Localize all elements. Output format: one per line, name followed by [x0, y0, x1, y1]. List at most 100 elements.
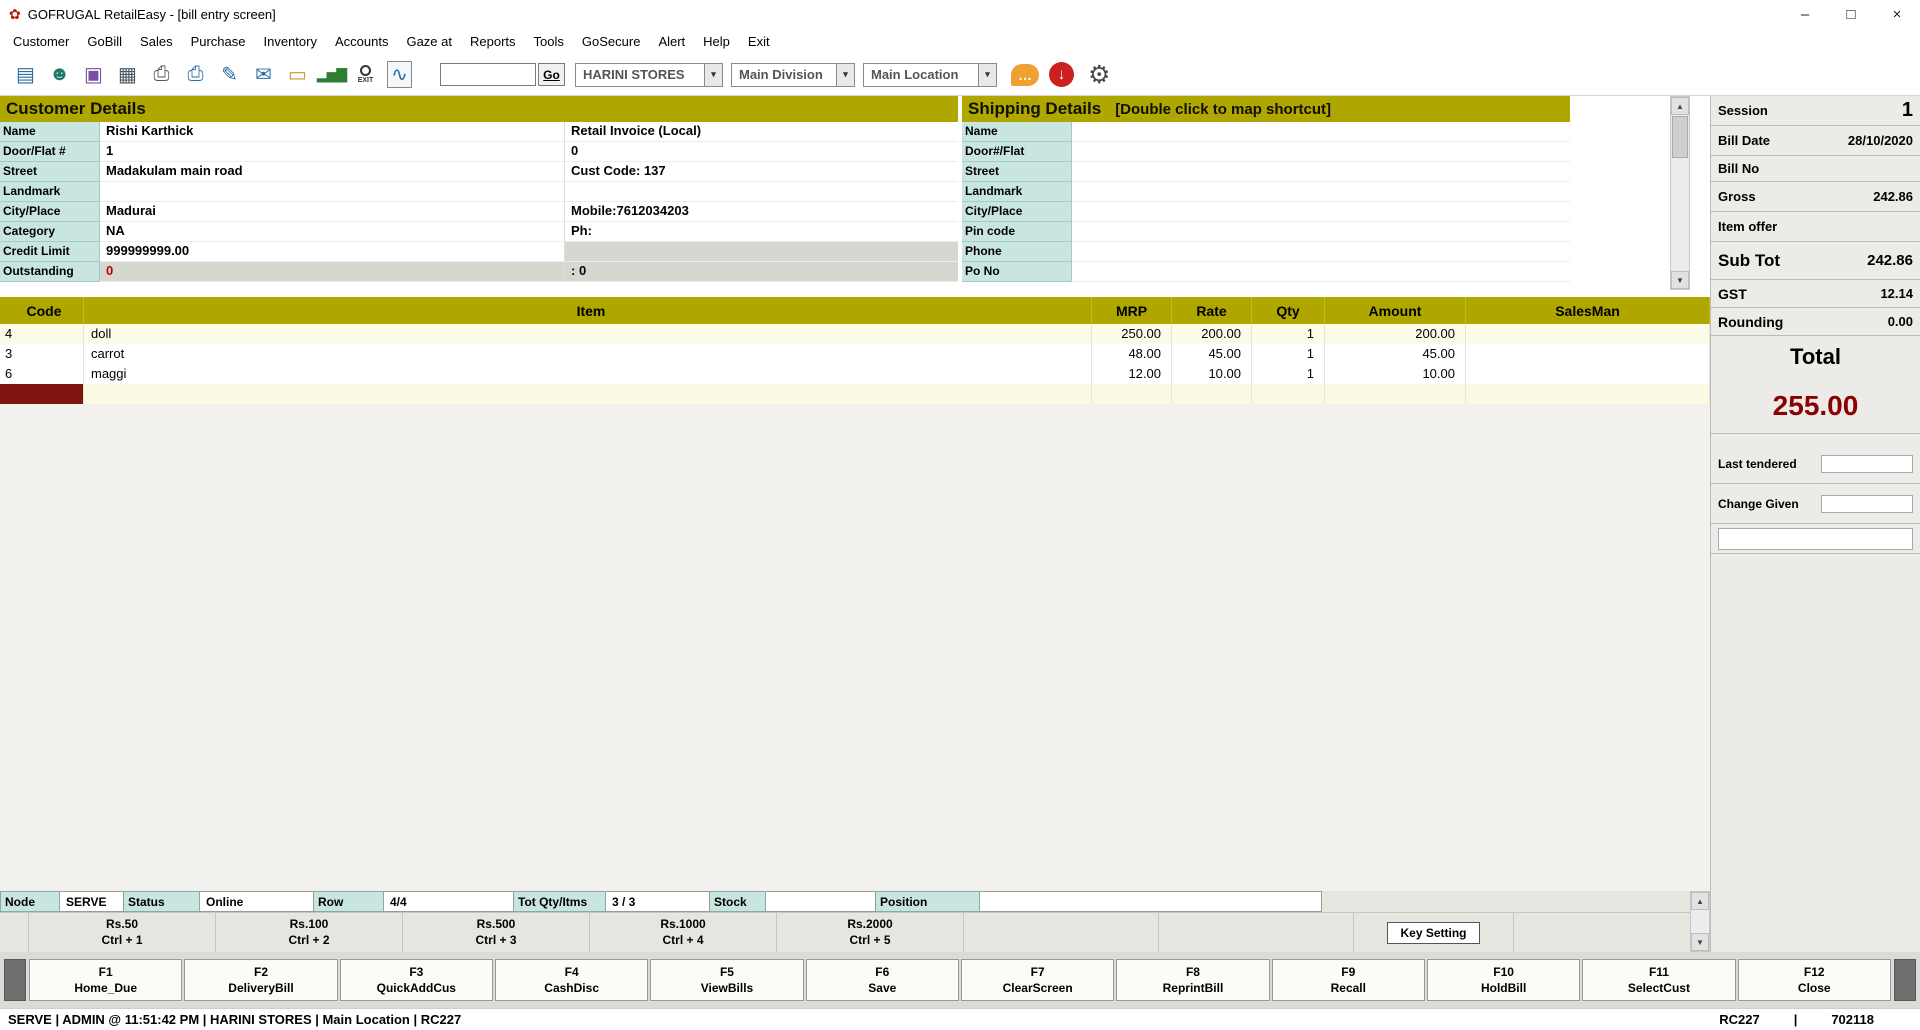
division-dropdown[interactable]: Main Division ▾	[731, 63, 855, 87]
menu-accounts[interactable]: Accounts	[326, 31, 397, 52]
cash-1000-button[interactable]: Rs.1000 Ctrl + 4	[590, 913, 777, 952]
f10-hold-bill-button[interactable]: F10 HoldBill	[1427, 959, 1580, 1001]
touch-keypad-icon[interactable]: ▦	[112, 59, 143, 91]
door-flat-field[interactable]: 1	[100, 142, 565, 162]
minimize-button[interactable]: –	[1782, 0, 1828, 28]
maximize-button[interactable]: □	[1828, 0, 1874, 28]
table-row[interactable]: 3 carrot 48.00 45.00 1 45.00	[0, 344, 1710, 364]
door-flat-secondary-field[interactable]: 0	[565, 142, 958, 162]
menu-tools[interactable]: Tools	[525, 31, 573, 52]
scroll-up-icon[interactable]: ▲	[1691, 892, 1709, 910]
new-bill-icon[interactable]: ▤	[10, 59, 41, 91]
line-chart-icon[interactable]: ∿	[384, 59, 415, 91]
node-label: Node	[0, 891, 60, 912]
outstanding-field: 0	[100, 262, 565, 282]
chat-icon[interactable]: …	[1011, 64, 1039, 86]
cash-100-button[interactable]: Rs.100 Ctrl + 2	[216, 913, 403, 952]
invoice-type-field[interactable]: Retail Invoice (Local)	[565, 122, 958, 142]
menu-help[interactable]: Help	[694, 31, 739, 52]
menu-gosecure[interactable]: GoSecure	[573, 31, 650, 52]
key-setting-button[interactable]: Key Setting	[1387, 922, 1479, 944]
details-scrollbar[interactable]: ▲ ▼	[1670, 96, 1690, 290]
subtotal-value: 242.86	[1867, 252, 1913, 269]
ship-pincode-field[interactable]	[1072, 222, 1570, 242]
menu-gazeat[interactable]: Gaze at	[397, 31, 461, 52]
menu-purchase[interactable]: Purchase	[182, 31, 255, 52]
ship-name-field[interactable]	[1072, 122, 1570, 142]
menu-customer[interactable]: Customer	[4, 31, 78, 52]
f9-recall-button[interactable]: F9 Recall	[1272, 959, 1425, 1001]
table-row[interactable]: 6 maggi 12.00 10.00 1 10.00	[0, 364, 1710, 384]
ship-landmark-field[interactable]	[1072, 182, 1570, 202]
cash-500-button[interactable]: Rs.500 Ctrl + 3	[403, 913, 590, 952]
f3-quick-add-cus-button[interactable]: F3 QuickAddCus	[340, 959, 493, 1001]
print-preview-icon[interactable]: ⎙	[180, 59, 211, 91]
street-field[interactable]: Madakulam main road	[100, 162, 565, 182]
menu-inventory[interactable]: Inventory	[255, 31, 326, 52]
menu-alert[interactable]: Alert	[649, 31, 694, 52]
cash-shortcut: Ctrl + 5	[849, 933, 890, 949]
item-image-icon[interactable]: ▣	[78, 59, 109, 91]
f5-view-bills-button[interactable]: F5 ViewBills	[650, 959, 803, 1001]
ship-phone-field[interactable]	[1072, 242, 1570, 262]
menu-sales[interactable]: Sales	[131, 31, 182, 52]
f2-delivery-bill-button[interactable]: F2 DeliveryBill	[184, 959, 337, 1001]
f4-cash-disc-button[interactable]: F4 CashDisc	[495, 959, 648, 1001]
settings-gear-icon[interactable]: ⚙	[1088, 60, 1110, 90]
last-tendered-row: Last tendered	[1711, 444, 1920, 484]
menu-gobill[interactable]: GoBill	[78, 31, 131, 52]
f7-clear-screen-button[interactable]: F7 ClearScreen	[961, 959, 1114, 1001]
shipping-details-title: Shipping Details	[968, 99, 1101, 119]
go-button[interactable]: Go	[538, 63, 565, 86]
f1-home-due-button[interactable]: F1 Home_Due	[29, 959, 182, 1001]
printer-icon[interactable]: ⎙	[146, 59, 177, 91]
rounding-row: Rounding 0.00	[1711, 308, 1920, 336]
customer-lookup-icon[interactable]: ☻	[44, 59, 75, 91]
menu-reports[interactable]: Reports	[461, 31, 525, 52]
table-row[interactable]: 4 doll 250.00 200.00 1 200.00	[0, 324, 1710, 344]
edit-note-icon[interactable]: ✎	[214, 59, 245, 91]
download-update-icon[interactable]: ↓	[1049, 62, 1074, 87]
exit-icon[interactable]: EXIT	[350, 59, 381, 91]
quick-search-input[interactable]	[440, 63, 536, 86]
cell-mrp: 250.00	[1092, 324, 1172, 344]
open-folder-icon[interactable]: ▭	[282, 59, 313, 91]
session-value: 1	[1902, 99, 1913, 122]
landmark-field[interactable]	[100, 182, 565, 202]
bar-chart-icon[interactable]: ▂▅▇	[316, 59, 347, 91]
active-code-cell[interactable]	[0, 384, 84, 404]
scroll-down-icon[interactable]: ▼	[1691, 933, 1709, 951]
customer-name-field[interactable]: Rishi Karthick	[100, 122, 565, 142]
city-place-field[interactable]: Madurai	[100, 202, 565, 222]
f8-reprint-bill-button[interactable]: F8 ReprintBill	[1116, 959, 1269, 1001]
col-header-item: Item	[84, 297, 1092, 324]
lower-scrollbar[interactable]: ▲ ▼	[1690, 891, 1710, 952]
fkey-label: DeliveryBill	[228, 980, 293, 996]
items-empty-area	[0, 404, 1710, 891]
cell-qty: 1	[1252, 324, 1325, 344]
table-row-active[interactable]	[0, 384, 1710, 404]
ship-street-field[interactable]	[1072, 162, 1570, 182]
scroll-up-icon[interactable]: ▲	[1671, 97, 1689, 115]
cell-item: carrot	[84, 344, 1092, 364]
f11-select-cust-button[interactable]: F11 SelectCust	[1582, 959, 1735, 1001]
menu-exit[interactable]: Exit	[739, 31, 779, 52]
scroll-thumb[interactable]	[1672, 116, 1688, 158]
cash-2000-button[interactable]: Rs.2000 Ctrl + 5	[777, 913, 964, 952]
cash-50-button[interactable]: Rs.50 Ctrl + 1	[29, 913, 216, 952]
store-dropdown[interactable]: HARINI STORES ▾	[575, 63, 723, 87]
send-mail-icon[interactable]: ✉	[248, 59, 279, 91]
scroll-down-icon[interactable]: ▼	[1671, 271, 1689, 289]
location-dropdown[interactable]: Main Location ▾	[863, 63, 997, 87]
f6-save-button[interactable]: F6 Save	[806, 959, 959, 1001]
f12-close-button[interactable]: F12 Close	[1738, 959, 1891, 1001]
ship-door-field[interactable]	[1072, 142, 1570, 162]
category-field[interactable]: NA	[100, 222, 565, 242]
ship-city-field[interactable]	[1072, 202, 1570, 222]
bill-summary-panel: Session 1 Bill Date 28/10/2020 Bill No G…	[1710, 96, 1920, 952]
close-button[interactable]: ×	[1874, 0, 1920, 28]
field-label: City/Place	[962, 202, 1072, 222]
tender-amount-field[interactable]	[1718, 528, 1913, 550]
ship-pono-field[interactable]	[1072, 262, 1570, 282]
customer-row-city: City/Place Madurai Mobile:7612034203	[0, 202, 958, 222]
